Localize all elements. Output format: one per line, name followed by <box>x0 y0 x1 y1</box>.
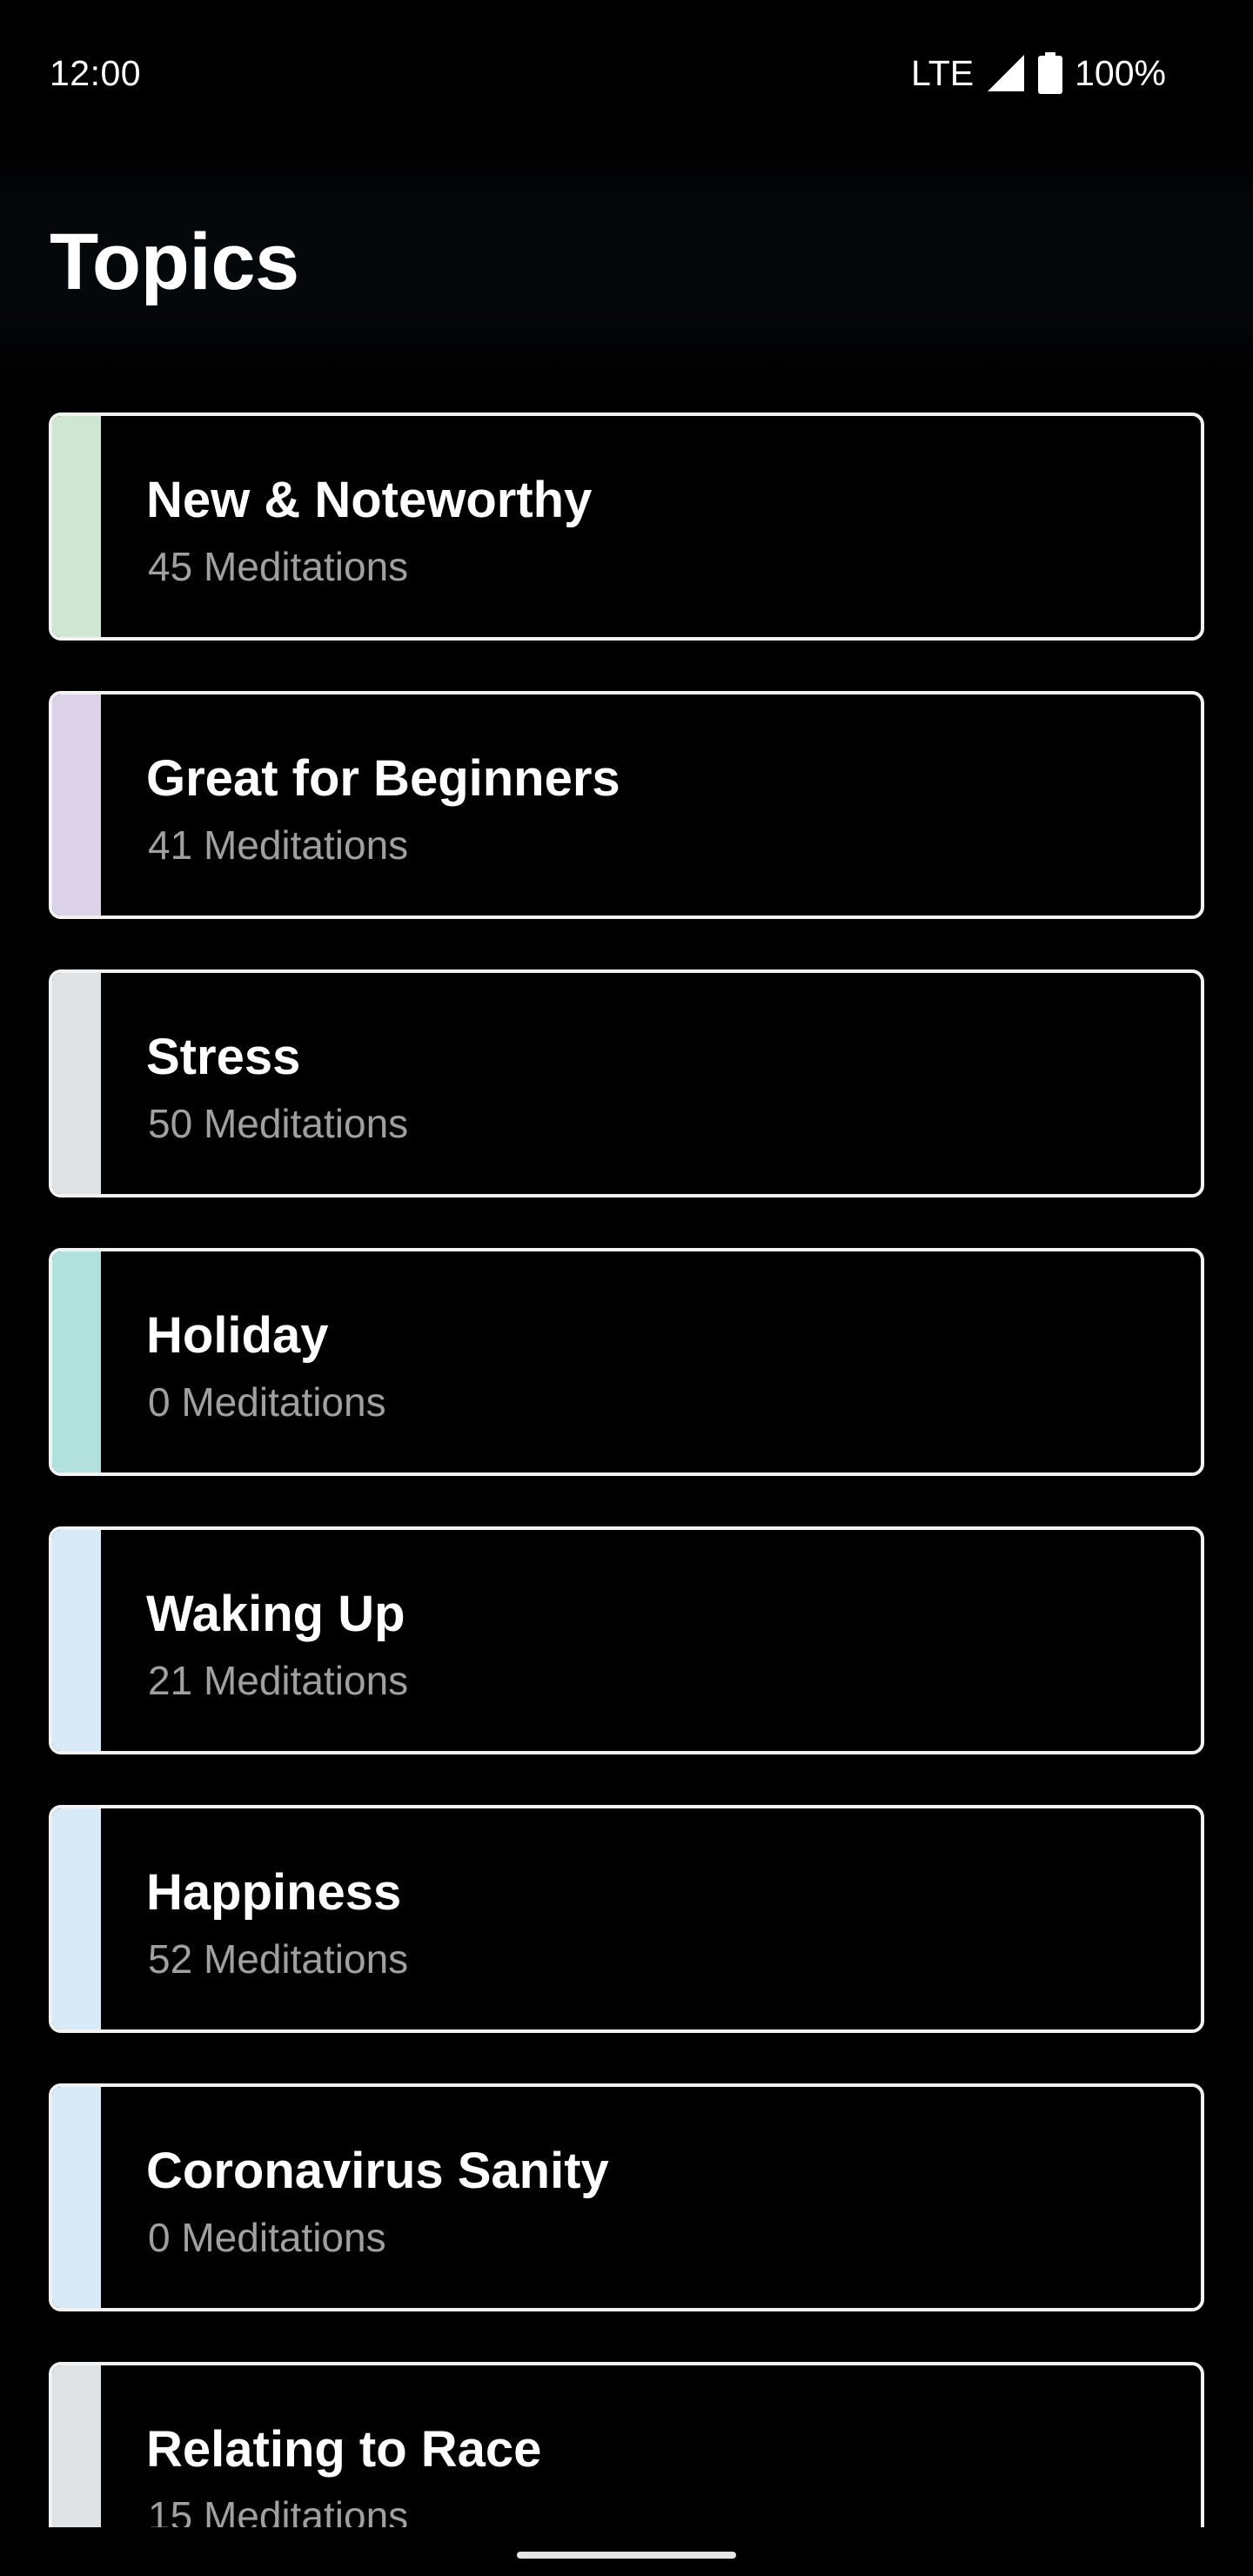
topic-title: Happiness <box>146 1864 402 1921</box>
topic-title: Waking Up <box>146 1586 405 1642</box>
topic-card-happiness[interactable]: Happiness 52 Meditations <box>49 1805 1204 2033</box>
topic-meditation-count: 0 Meditations <box>148 1379 386 1425</box>
topic-title: Great for Beginners <box>146 750 620 807</box>
status-indicators: LTE 100% <box>911 50 1166 96</box>
header: Topics <box>0 146 1253 372</box>
topic-meditation-count: 45 Meditations <box>148 544 409 589</box>
topic-card-relating-to-race[interactable]: Relating to Race 15 Meditations <box>49 2362 1204 2527</box>
topic-meditation-count: 21 Meditations <box>148 1658 409 1703</box>
topic-meditation-count: 41 Meditations <box>148 822 409 868</box>
topic-list[interactable]: New & Noteworthy 45 Meditations Great fo… <box>49 413 1204 2527</box>
topic-accent-bar <box>52 1530 101 1751</box>
topic-card-holiday[interactable]: Holiday 0 Meditations <box>49 1248 1204 1476</box>
topic-accent-bar <box>52 2365 101 2527</box>
topic-accent-bar <box>52 416 101 637</box>
gesture-navigation-handle[interactable] <box>517 2552 736 2559</box>
topic-meditation-count: 52 Meditations <box>148 1936 409 1982</box>
signal-icon <box>986 53 1026 93</box>
topic-title: Stress <box>146 1029 301 1085</box>
topic-title: Coronavirus Sanity <box>146 2143 609 2199</box>
topic-card-stress[interactable]: Stress 50 Meditations <box>49 969 1204 1197</box>
topic-meditation-count: 15 Meditations <box>148 2493 409 2527</box>
topic-meditation-count: 0 Meditations <box>148 2215 386 2260</box>
topic-card-great-for-beginners[interactable]: Great for Beginners 41 Meditations <box>49 691 1204 919</box>
topic-title: Holiday <box>146 1307 329 1364</box>
network-type: LTE <box>910 52 975 93</box>
topic-accent-bar <box>52 973 101 1194</box>
topic-accent-bar <box>52 2087 101 2308</box>
topic-title: Relating to Race <box>146 2421 542 2478</box>
topic-card-coronavirus-sanity[interactable]: Coronavirus Sanity 0 Meditations <box>49 2083 1204 2311</box>
topic-accent-bar <box>52 1808 101 2029</box>
topic-accent-bar <box>52 694 101 916</box>
topic-accent-bar <box>52 1251 101 1472</box>
topic-title: New & Noteworthy <box>146 472 593 528</box>
topic-card-waking-up[interactable]: Waking Up 21 Meditations <box>49 1526 1204 1754</box>
topic-meditation-count: 50 Meditations <box>148 1101 409 1146</box>
topic-card-new-noteworthy[interactable]: New & Noteworthy 45 Meditations <box>49 413 1204 641</box>
battery-percentage: 100% <box>1075 52 1166 93</box>
status-bar: 12:00 LTE 100% <box>0 0 1253 146</box>
battery-icon <box>1038 52 1063 94</box>
status-time: 12:00 <box>50 53 142 93</box>
page-title: Topics <box>50 218 299 306</box>
